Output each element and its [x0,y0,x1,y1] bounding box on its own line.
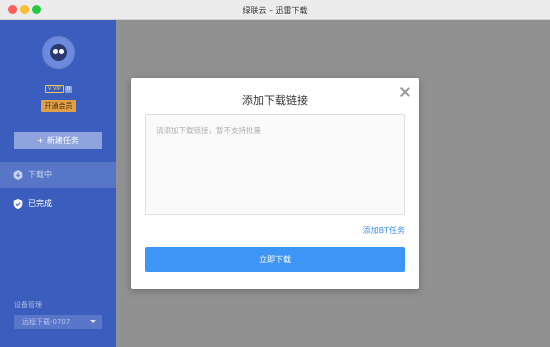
avatar-eye-icon [53,49,58,54]
avatar[interactable] [44,38,73,67]
app-window: 绿联云 – 迅雷下载 V VIP 0 开通会员 + 新建任务 下载中 已完成 设… [0,0,550,347]
device-management-label: 设备管理 [14,301,42,309]
vip-level-badge: 0 [64,86,73,93]
chevron-down-icon [90,320,96,323]
sidebar-item-completed[interactable]: 已完成 [0,191,116,217]
new-task-label: 新建任务 [46,136,79,145]
device-select-value: 远程下载-0707 [22,318,71,326]
download-now-button[interactable]: 立即下载 [145,247,405,272]
sidebar-item-downloading[interactable]: 下载中 [0,162,116,188]
add-bt-task-link[interactable]: 添加BT任务 [363,225,405,236]
sidebar: V VIP 0 开通会员 + 新建任务 下载中 已完成 设备管理 远程下载-0707 [0,20,116,347]
new-task-button[interactable]: + 新建任务 [14,132,102,149]
sidebar-item-label: 已完成 [28,199,52,208]
check-shield-icon [13,199,23,209]
download-gear-icon [13,170,23,180]
add-download-link-dialog: 添加下载链接 添加BT任务 立即下载 [131,78,419,289]
title-bar: 绿联云 – 迅雷下载 [0,0,550,20]
device-select[interactable]: 远程下载-0707 [14,315,102,329]
avatar-eye-icon [59,49,64,54]
plus-icon: + [37,136,44,145]
download-link-input[interactable] [145,114,405,215]
open-membership-button[interactable]: 开通会员 [41,100,76,112]
dialog-title: 添加下载链接 [242,94,308,107]
sidebar-item-label: 下载中 [28,170,52,179]
close-icon[interactable] [399,86,411,98]
vip-tag: V VIP [44,85,64,93]
window-title: 绿联云 – 迅雷下载 [242,6,308,15]
vip-status: V VIP 0 [0,85,116,93]
